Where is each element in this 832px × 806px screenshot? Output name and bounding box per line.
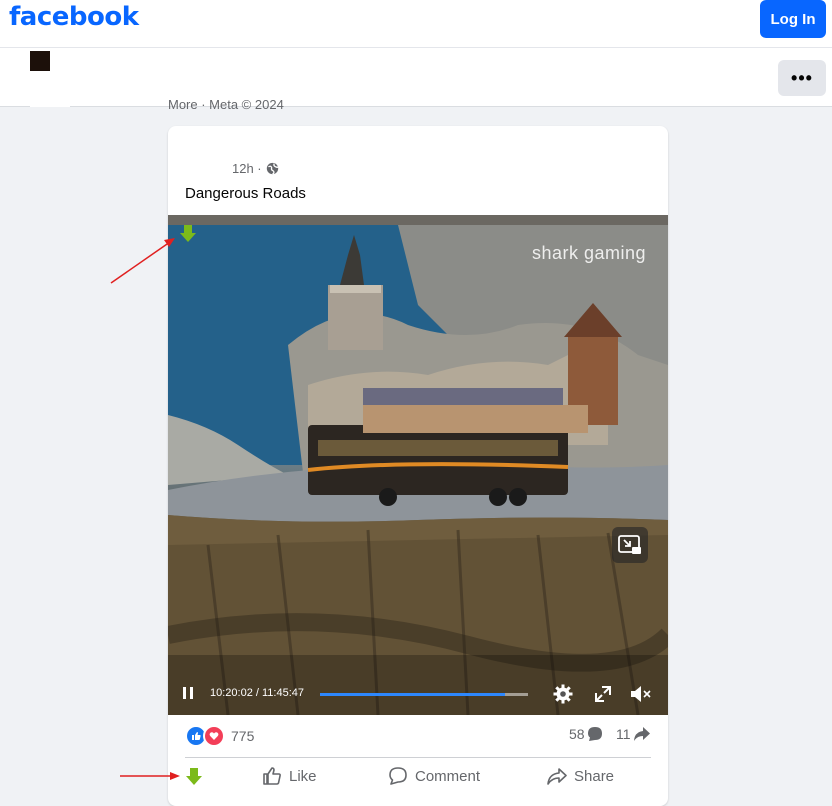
video-watermark: shark gaming [532, 243, 647, 263]
comment-icon [389, 767, 407, 785]
video-player[interactable]: shark gaming 10:20:02 / 11:45:47 [168, 215, 668, 715]
pause-icon[interactable] [181, 686, 195, 700]
share-button[interactable]: Share [547, 766, 614, 786]
video-time: 10:20:02 / 11:45:47 [210, 687, 304, 699]
reactions-summary[interactable]: 775 [185, 725, 254, 747]
video-controls: 10:20:02 / 11:45:47 [168, 677, 668, 711]
share-label: Share [574, 767, 615, 785]
download-arrow-icon[interactable] [186, 768, 202, 786]
page-header-bar: ••• [0, 48, 832, 107]
annotation-arrow-top [110, 238, 175, 284]
share-arrow-icon [633, 727, 650, 741]
shares-count-value: 11 [616, 726, 631, 742]
like-button[interactable]: Like [262, 766, 317, 786]
gear-icon[interactable] [553, 684, 573, 704]
stats-divider [185, 757, 651, 758]
top-bar: facebook Log In [0, 0, 832, 48]
comment-bubble-icon [587, 727, 602, 741]
post-card: 12h · Dangerous Roads shark gaming 10:20… [168, 126, 668, 806]
post-meta: 12h · [232, 161, 279, 176]
comments-count[interactable]: 58 [569, 726, 603, 742]
login-button[interactable]: Log In [760, 0, 826, 38]
globe-icon [266, 162, 279, 175]
post-time[interactable]: 12h · [232, 161, 262, 176]
video-frame [168, 215, 668, 715]
footer-links[interactable]: More · Meta © 2024 [168, 97, 284, 112]
post-title: Dangerous Roads [185, 185, 306, 202]
download-arrow-icon[interactable] [180, 225, 196, 243]
video-progress-bar[interactable] [320, 693, 528, 696]
post-actions: Like Comment Share [168, 764, 668, 792]
mute-icon[interactable] [630, 684, 652, 704]
video-progress-fill [320, 693, 505, 696]
comments-count-value: 58 [569, 726, 585, 742]
comment-label: Comment [415, 767, 481, 785]
shares-count[interactable]: 11 [616, 726, 651, 742]
fullscreen-icon[interactable] [594, 685, 612, 703]
page-avatar[interactable] [30, 51, 50, 71]
more-options-button[interactable]: ••• [778, 60, 826, 96]
picture-in-picture-button[interactable] [612, 527, 648, 563]
reactions-count: 775 [231, 728, 255, 744]
share-icon [547, 768, 567, 785]
thumbs-up-icon [263, 767, 281, 785]
love-reaction-icon [203, 725, 225, 747]
picture-in-picture-icon [618, 535, 641, 554]
like-label: Like [289, 767, 317, 785]
facebook-logo[interactable]: facebook [9, 2, 139, 32]
post-stats: 775 58 11 [185, 725, 651, 747]
avatar-placeholder [30, 71, 70, 107]
comment-button[interactable]: Comment [388, 766, 480, 786]
